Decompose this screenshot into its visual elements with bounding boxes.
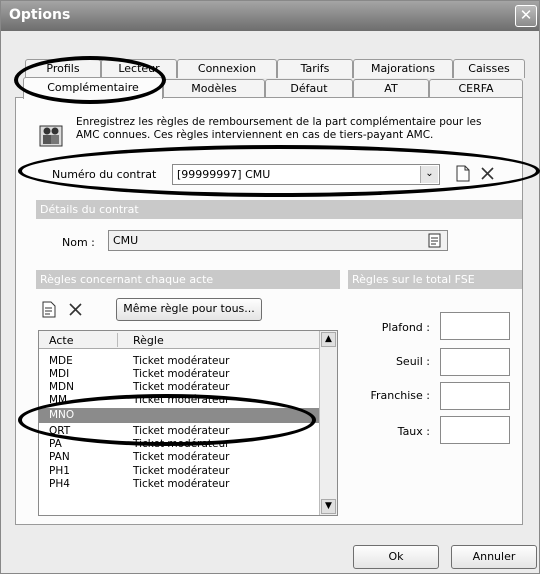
tab-label: Défaut [290, 82, 328, 95]
column-header-regle[interactable]: Règle [133, 334, 164, 347]
cell-acte: PA [49, 438, 62, 450]
contract-label: Numéro du contrat [52, 168, 157, 181]
table-row[interactable]: PA Ticket modérateur [39, 438, 297, 450]
vertical-scrollbar[interactable]: ▲ ▼ [319, 331, 337, 515]
cell-regle: Ticket modérateur [133, 425, 230, 437]
plafond-label: Plafond : [381, 321, 430, 334]
close-icon[interactable]: ✕ [515, 5, 537, 27]
cell-acte: PAN [49, 451, 70, 463]
tab-label: Modèles [191, 82, 237, 95]
contract-value: [99999997] CMU [177, 168, 271, 181]
column-header-acte[interactable]: Acte [49, 334, 73, 347]
chevron-down-icon[interactable]: ⌄ [420, 166, 438, 183]
table-row[interactable]: PAN Ticket modérateur [39, 451, 297, 463]
tab-defaut[interactable]: Défaut [265, 79, 353, 98]
edit-document-icon[interactable] [42, 301, 56, 318]
nom-field[interactable]: CMU [108, 230, 448, 251]
table-header: Acte Règle [39, 331, 319, 349]
cell-regle: Ticket modérateur [133, 451, 230, 463]
cell-regle: Ticket modérateur [133, 394, 230, 406]
notepad-icon[interactable] [428, 233, 441, 248]
tab-label: CERFA [458, 82, 494, 95]
info-line-1: Enregistrez les règles de remboursement … [76, 116, 482, 128]
cell-acte: MM [49, 394, 68, 406]
taux-input[interactable] [440, 416, 510, 444]
contract-select[interactable]: [99999997] CMU ⌄ [172, 164, 440, 185]
ok-button[interactable]: Ok [353, 545, 439, 569]
table-row[interactable]: MDN Ticket modérateur [39, 381, 297, 393]
tab-caisses[interactable]: Caisses [453, 59, 525, 78]
tab-label: Majorations [370, 62, 436, 75]
tab-label: Complémentaire [47, 81, 139, 94]
remove-rule-icon[interactable] [68, 302, 83, 317]
totals-section-header: Règles sur le total FSE [348, 270, 522, 289]
scroll-down-icon[interactable]: ▼ [321, 499, 336, 514]
cell-regle: Ticket modérateur [133, 368, 230, 380]
table-row-selected[interactable]: MNO [39, 408, 319, 423]
tab-complementaire[interactable]: Complémentaire [23, 77, 163, 99]
info-line-2: AMC connues. Ces règles interviennent en… [76, 129, 434, 141]
cell-regle: Ticket modérateur [133, 355, 230, 367]
seuil-input[interactable] [440, 348, 510, 376]
scroll-up-icon[interactable]: ▲ [321, 332, 336, 347]
cell-acte: ORT [49, 425, 71, 437]
nom-value: CMU [113, 234, 139, 247]
cell-acte: MDE [49, 355, 73, 367]
taux-label: Taux : [397, 425, 430, 438]
table-row[interactable]: MM Ticket modérateur [39, 394, 297, 406]
rules-table[interactable]: Acte Règle MDE Ticket modérateur MDI Ticke… [38, 330, 338, 516]
tab-majorations[interactable]: Majorations [353, 59, 453, 78]
tab-label: Connexion [197, 62, 257, 75]
tab-tarifs[interactable]: Tarifs [277, 59, 353, 78]
people-icon [39, 125, 63, 147]
tab-connexion[interactable]: Connexion [177, 59, 277, 78]
cell-acte: PH1 [49, 465, 70, 477]
cell-acte: MDI [49, 368, 70, 380]
tab-lecteur[interactable]: Lecteur [101, 59, 177, 78]
seuil-label: Seuil : [395, 355, 430, 368]
table-row[interactable]: MDE Ticket modérateur [39, 355, 297, 367]
plafond-input[interactable] [440, 312, 510, 340]
tab-label: AT [384, 82, 398, 95]
cell-regle: Ticket modérateur [133, 438, 230, 450]
tab-profils[interactable]: Profils [25, 59, 101, 78]
info-text: Enregistrez les règles de remboursement … [76, 116, 520, 142]
column-divider [117, 333, 118, 347]
franchise-input[interactable] [440, 382, 510, 410]
title-bar: Options ✕ [1, 1, 539, 31]
tab-cerfa[interactable]: CERFA [429, 79, 523, 98]
nom-label: Nom : [62, 236, 95, 249]
tab-at[interactable]: AT [353, 79, 429, 98]
tab-label: Profils [46, 62, 80, 75]
cancel-button[interactable]: Annuler [451, 545, 537, 569]
same-rule-for-all-button[interactable]: Même règle pour tous... [116, 298, 262, 321]
cell-regle: Ticket modérateur [133, 478, 230, 490]
dialog-title: Options [9, 7, 71, 23]
table-row[interactable]: ORT Ticket modérateur [39, 425, 297, 437]
franchise-label: Franchise : [370, 389, 430, 402]
tab-panel: Enregistrez les règles de remboursement … [15, 97, 523, 525]
table-row[interactable]: PH4 Ticket modérateur [39, 478, 297, 490]
cell-acte: MDN [49, 381, 74, 393]
cell-acte: MNO [49, 409, 75, 421]
tab-label: Tarifs [300, 62, 330, 75]
delete-icon[interactable] [480, 166, 495, 181]
cell-acte: PH4 [49, 478, 70, 490]
table-row[interactable]: PH1 Ticket modérateur [39, 465, 297, 477]
new-document-icon[interactable] [456, 165, 470, 182]
table-row[interactable]: MDI Ticket modérateur [39, 368, 297, 380]
tab-label: Caisses [468, 62, 510, 75]
tab-label: Lecteur [118, 62, 160, 75]
details-section-header: Détails du contrat [36, 200, 522, 219]
cell-regle: Ticket modérateur [133, 465, 230, 477]
cell-regle: Ticket modérateur [133, 381, 230, 393]
rules-section-header: Règles concernant chaque acte [36, 270, 340, 289]
tab-modeles[interactable]: Modèles [163, 79, 265, 98]
options-dialog: Options ✕ Profils Lecteur Connexion Tari… [0, 0, 540, 574]
